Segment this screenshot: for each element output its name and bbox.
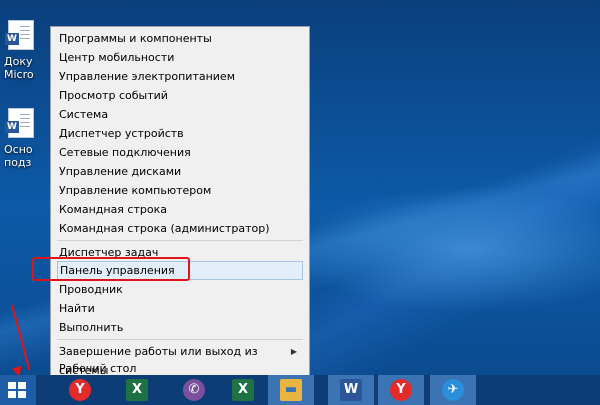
viber-icon: ✆ (183, 379, 205, 401)
yandex-browser-icon: Y (69, 379, 91, 401)
taskbar-app-viber[interactable]: ✆ (171, 375, 217, 405)
desktop-icon-label: Осно подз (4, 143, 33, 169)
menu-item-device-manager[interactable]: Диспетчер устройств (57, 124, 303, 143)
desktop-icon-label: Доку Micro (4, 55, 34, 81)
start-button[interactable] (0, 375, 36, 405)
menu-item-network-connections[interactable]: Сетевые подключения (57, 143, 303, 162)
taskbar-app-yandex-browser[interactable]: Y (57, 375, 103, 405)
excel-icon: X (232, 379, 254, 401)
menu-item-mobility-center[interactable]: Центр мобильности (57, 48, 303, 67)
menu-separator (57, 339, 303, 340)
word-icon: W (340, 379, 362, 401)
menu-item-disk-management[interactable]: Управление дисками (57, 162, 303, 181)
word-document-icon: W (5, 20, 34, 50)
menu-item-command-prompt[interactable]: Командная строка (57, 200, 303, 219)
desktop-icon-word-doc-1[interactable]: W Доку Micro (4, 20, 40, 81)
menu-item-power-options[interactable]: Управление электропитанием (57, 67, 303, 86)
bird-app-icon: ✈ (442, 379, 464, 401)
menu-item-run[interactable]: Выполнить (57, 318, 303, 337)
taskbar-app-word[interactable]: W (328, 375, 374, 405)
taskbar-app-file-explorer[interactable]: ▬ (268, 375, 314, 405)
menu-item-search[interactable]: Найти (57, 299, 303, 318)
winx-context-menu: Программы и компоненты Центр мобильности… (50, 26, 310, 377)
menu-item-event-viewer[interactable]: Просмотр событий (57, 86, 303, 105)
windows-logo-icon (8, 382, 26, 398)
folder-icon: ▬ (280, 379, 302, 401)
taskbar-app-yandex-browser-2[interactable]: Y (378, 375, 424, 405)
desktop-icon-word-doc-2[interactable]: W Осно подз (4, 108, 40, 169)
menu-separator (57, 240, 303, 241)
taskbar-app-excel[interactable]: X (114, 375, 160, 405)
menu-item-command-prompt-admin[interactable]: Командная строка (администратор) (57, 219, 303, 238)
taskbar-app-excel-2[interactable]: X (220, 375, 266, 405)
menu-item-file-explorer[interactable]: Проводник (57, 280, 303, 299)
excel-icon: X (126, 379, 148, 401)
taskbar-app-bird[interactable]: ✈ (430, 375, 476, 405)
taskbar: Y X ✆ X ▬ W Y ✈ (0, 375, 600, 405)
word-document-icon: W (5, 108, 34, 138)
menu-item-programs-features[interactable]: Программы и компоненты (57, 29, 303, 48)
menu-item-computer-management[interactable]: Управление компьютером (57, 181, 303, 200)
menu-item-system[interactable]: Система (57, 105, 303, 124)
annotation-highlight-box (32, 257, 190, 281)
yandex-browser-icon: Y (390, 379, 412, 401)
